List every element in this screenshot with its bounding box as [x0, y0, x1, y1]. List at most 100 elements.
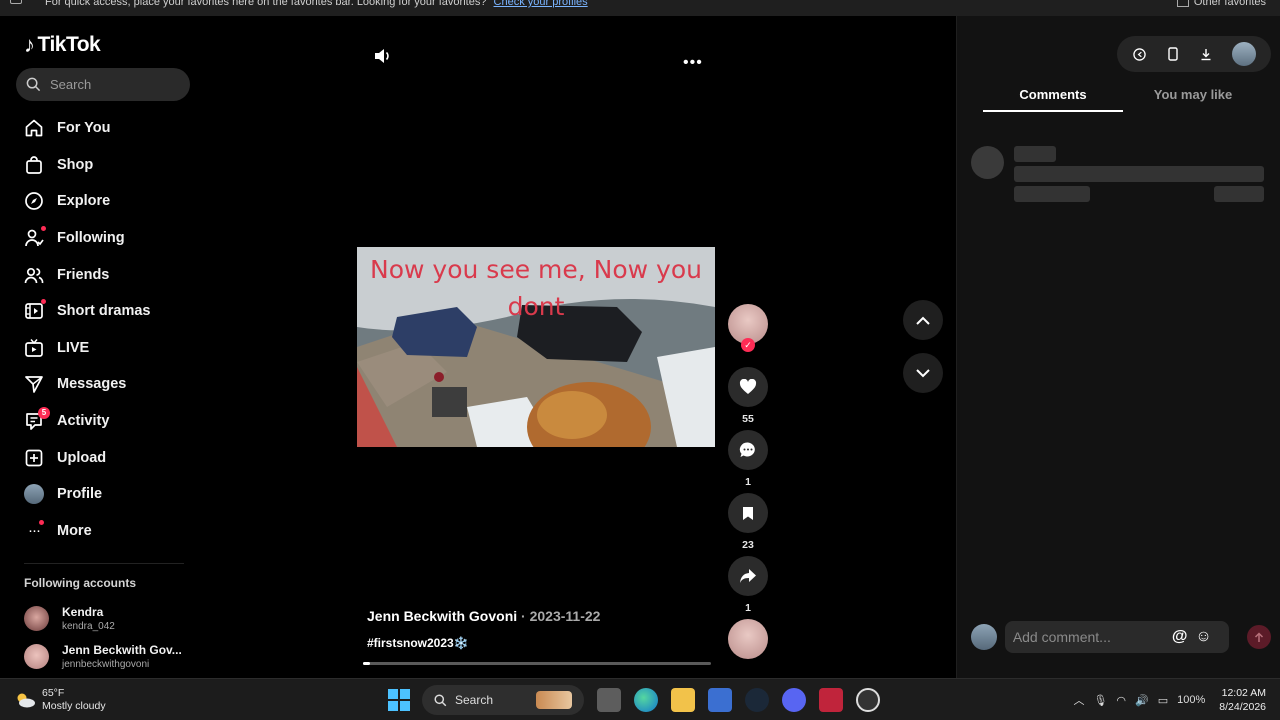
nav-profile[interactable]: Profile: [0, 476, 205, 513]
search-box[interactable]: [16, 68, 190, 101]
windows-start-icon[interactable]: [388, 689, 410, 711]
following-account-jenn[interactable]: Jenn Beckwith Gov... jennbeckwithgovoni: [24, 643, 204, 670]
chevron-down-icon: [916, 368, 930, 377]
microphone-icon[interactable]: 🎙: [1093, 694, 1107, 707]
other-favorites[interactable]: Other favorites: [1176, 0, 1266, 8]
speaker-icon[interactable]: 🔊: [1135, 694, 1149, 707]
game-app-icon[interactable]: [819, 688, 843, 712]
settings-gear-icon[interactable]: [856, 688, 880, 712]
nav-live[interactable]: LIVE: [0, 330, 205, 367]
store-icon[interactable]: [708, 688, 732, 712]
following-account-kendra[interactable]: Kendra kendra_042: [24, 605, 204, 632]
chevron-up-icon[interactable]: ︿: [1073, 692, 1084, 708]
download-icon[interactable]: [1199, 47, 1213, 61]
comment-button[interactable]: [728, 430, 768, 470]
next-video-button[interactable]: [903, 353, 943, 393]
steam-icon[interactable]: [745, 688, 769, 712]
mention-icon[interactable]: @: [1172, 628, 1188, 646]
check-profiles-link[interactable]: Check your profiles: [494, 0, 588, 8]
comment-field[interactable]: @ ☺: [1004, 621, 1230, 653]
partly-cloudy-icon: [14, 692, 36, 708]
comment-count: 1: [745, 476, 751, 488]
nav-more[interactable]: ··· More: [0, 513, 205, 550]
nav-activity[interactable]: 5 Activity: [0, 403, 205, 440]
followed-check-icon[interactable]: ✓: [741, 338, 755, 352]
task-view-icon[interactable]: [597, 688, 621, 712]
nav-shop[interactable]: Shop: [0, 147, 205, 184]
discord-icon[interactable]: [782, 688, 806, 712]
emoji-icon[interactable]: ☺: [1195, 628, 1211, 646]
video-author[interactable]: Jenn Beckwith Govoni · 2023-11-22: [367, 608, 600, 624]
video-player[interactable]: Now you see me, Now you dont: [357, 247, 715, 447]
phone-icon[interactable]: [1166, 47, 1180, 61]
like-count: 55: [742, 413, 754, 425]
favorites-icon: [10, 0, 22, 4]
nav-messages[interactable]: Messages: [0, 366, 205, 403]
activity-icon: 5: [24, 407, 50, 431]
nav-friends[interactable]: Friends: [0, 256, 205, 293]
share-button[interactable]: [728, 556, 768, 596]
video-caption-overlay: Now you see me, Now you dont: [370, 255, 702, 321]
video-progress-fill: [363, 662, 370, 665]
shop-bag-icon: [24, 155, 44, 175]
save-count: 23: [742, 539, 754, 551]
like-button[interactable]: [728, 367, 768, 407]
notification-dot: [41, 299, 46, 305]
clock[interactable]: 12:02 AM 8/24/2026: [1219, 686, 1266, 714]
sound-avatar[interactable]: [728, 619, 768, 659]
video-date: · 2023-11-22: [517, 608, 601, 624]
battery-percent: 100%: [1177, 694, 1206, 706]
tab-you-may-like[interactable]: You may like: [1123, 84, 1263, 112]
edge-browser-icon[interactable]: [634, 688, 658, 712]
comment-icon: [739, 442, 755, 457]
weather-widget[interactable]: 65°F Mostly cloudy: [14, 687, 106, 713]
main-nav: For You Shop Explore Following Friends S…: [0, 110, 205, 549]
search-icon: [26, 77, 41, 92]
taskbar-search[interactable]: Search: [422, 685, 584, 715]
wifi-icon[interactable]: ◠: [1116, 694, 1126, 707]
avatar: [24, 644, 49, 669]
tiktok-app: ♪ TikTok For You Shop Explore: [0, 16, 1280, 678]
tiktok-logo[interactable]: ♪ TikTok: [24, 32, 101, 58]
volume-icon[interactable]: [373, 48, 393, 64]
windows-taskbar: 65°F Mostly cloudy Search ︿ 🎙 ◠ 🔊 ▭ 100%…: [0, 678, 1280, 720]
live-tv-icon: [24, 338, 44, 358]
post-comment-button[interactable]: [1247, 625, 1272, 649]
system-tray: ︿ 🎙 ◠ 🔊 ▭ 100% 12:02 AM 8/24/2026: [1064, 683, 1266, 717]
skeleton-avatar: [971, 146, 1004, 179]
chevron-up-icon: [916, 316, 930, 325]
search-input[interactable]: [50, 77, 170, 92]
video-stage: ••• Now you see me, Now you dont Jenn Be: [205, 16, 955, 678]
author-avatar[interactable]: ✓: [728, 304, 768, 352]
comments-panel: Comments You may like @ ☺: [956, 16, 1280, 678]
nav-explore[interactable]: Explore: [0, 183, 205, 220]
send-icon: [24, 374, 44, 394]
file-explorer-icon[interactable]: [671, 688, 695, 712]
top-toolbar: [1117, 36, 1271, 72]
nav-upload[interactable]: Upload: [0, 439, 205, 476]
sidebar-divider: [24, 563, 184, 564]
nav-for-you[interactable]: For You: [0, 110, 205, 147]
video-progress-bar[interactable]: [363, 662, 711, 665]
previous-video-button[interactable]: [903, 300, 943, 340]
battery-icon[interactable]: ▭: [1158, 694, 1168, 707]
weather-temp: 65°F: [42, 687, 65, 699]
video-hashtag[interactable]: #firstsnow2023❄️: [367, 636, 469, 650]
video-more-icon[interactable]: •••: [683, 54, 703, 72]
save-button[interactable]: [728, 493, 768, 533]
upload-plus-icon: [24, 448, 44, 468]
profile-avatar: [24, 484, 44, 505]
avatar: [24, 606, 49, 631]
weather-condition: Mostly cloudy: [42, 700, 106, 712]
my-avatar: [971, 624, 997, 650]
tiktok-note-icon: ♪: [24, 32, 35, 57]
tab-comments[interactable]: Comments: [983, 84, 1123, 112]
nav-following[interactable]: Following: [0, 220, 205, 257]
coins-icon[interactable]: [1133, 47, 1147, 61]
comment-input[interactable]: [1012, 629, 1168, 645]
user-avatar[interactable]: [1231, 42, 1256, 66]
film-icon: [24, 299, 46, 321]
nav-short-dramas[interactable]: Short dramas: [0, 293, 205, 330]
action-bar: ✓ 55 1 23 1: [725, 304, 771, 659]
notification-dot: [41, 226, 46, 232]
